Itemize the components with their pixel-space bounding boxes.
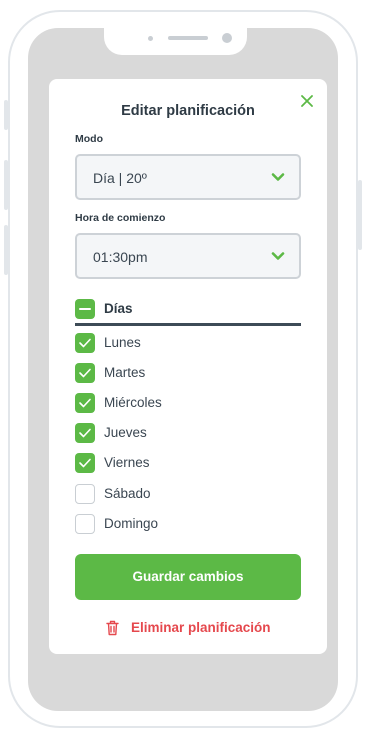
- day-checkbox[interactable]: [75, 453, 95, 473]
- day-row-miercoles[interactable]: Miércoles: [75, 393, 275, 413]
- mode-select[interactable]: Día | 20º: [75, 154, 301, 200]
- day-label: Viernes: [104, 455, 150, 470]
- phone-button-volume-down: [4, 225, 8, 275]
- camera-icon: [222, 33, 232, 43]
- check-icon: [79, 458, 91, 468]
- days-select-all-checkbox[interactable]: [75, 299, 95, 319]
- start-time-label: Hora de comienzo: [75, 212, 166, 224]
- day-row-lunes[interactable]: Lunes: [75, 333, 275, 353]
- check-icon: [79, 398, 91, 408]
- day-checkbox[interactable]: [75, 333, 95, 353]
- day-label: Miércoles: [104, 395, 162, 410]
- day-row-domingo[interactable]: Domingo: [75, 514, 275, 534]
- day-label: Martes: [104, 365, 146, 380]
- day-checkbox[interactable]: [75, 393, 95, 413]
- day-checkbox[interactable]: [75, 514, 95, 534]
- day-row-martes[interactable]: Martes: [75, 363, 275, 383]
- days-label: Días: [104, 301, 133, 316]
- day-label: Jueves: [104, 425, 147, 440]
- day-checkbox[interactable]: [75, 423, 95, 443]
- day-checkbox[interactable]: [75, 363, 95, 383]
- speaker-grille: [168, 36, 208, 40]
- start-time-select[interactable]: 01:30pm: [75, 233, 301, 279]
- modal-title: Editar planificación: [121, 103, 255, 119]
- mode-label: Modo: [75, 133, 103, 145]
- check-icon: [79, 368, 91, 378]
- day-row-jueves[interactable]: Jueves: [75, 423, 275, 443]
- day-label: Domingo: [104, 516, 159, 531]
- day-row-viernes[interactable]: Viernes: [75, 453, 275, 473]
- trash-icon: [105, 620, 119, 635]
- chevron-down-icon: [271, 173, 285, 181]
- mode-value: Día | 20º: [93, 170, 147, 186]
- save-changes-button[interactable]: Guardar cambios: [75, 554, 301, 600]
- phone-button-mute: [4, 100, 8, 130]
- notch-dot: [148, 36, 153, 41]
- days-divider: [75, 323, 301, 326]
- check-icon: [79, 428, 91, 438]
- delete-schedule-label: Eliminar planificación: [130, 620, 271, 636]
- day-checkbox[interactable]: [75, 484, 95, 504]
- day-row-sabado[interactable]: Sábado: [75, 484, 275, 504]
- delete-schedule-button[interactable]: Eliminar planificación: [49, 619, 327, 637]
- phone-button-volume-up: [4, 160, 8, 210]
- phone-notch: [104, 27, 247, 55]
- start-time-value: 01:30pm: [93, 249, 148, 265]
- check-icon: [79, 338, 91, 348]
- day-label: Sábado: [104, 486, 151, 501]
- edit-schedule-modal: Editar planificación Modo Día | 20º Hora…: [49, 79, 327, 654]
- minus-icon: [79, 308, 91, 310]
- day-label: Lunes: [104, 335, 141, 350]
- phone-button-power: [358, 180, 362, 250]
- chevron-down-icon: [271, 252, 285, 260]
